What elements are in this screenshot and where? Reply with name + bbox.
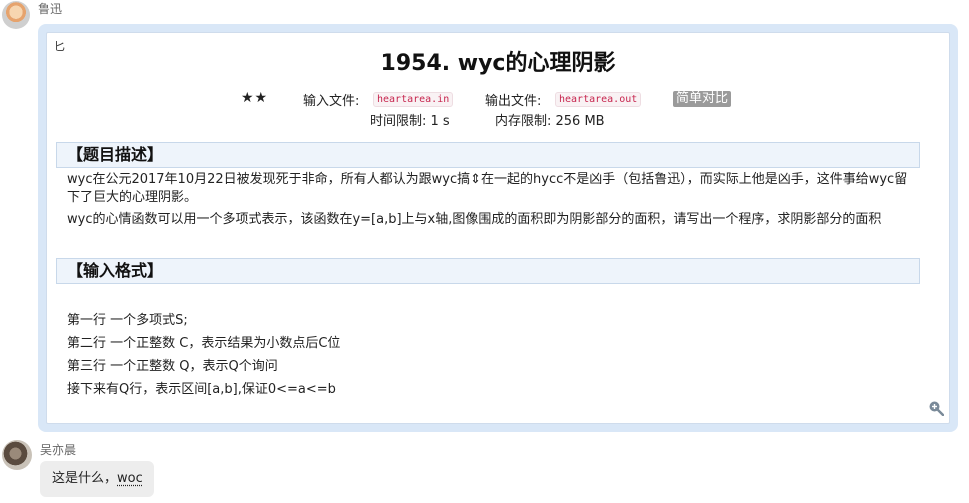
avatar[interactable] bbox=[2, 440, 32, 470]
chat-bubble[interactable]: 这是什么，woc bbox=[40, 461, 154, 497]
message-text-underlined: woc bbox=[117, 471, 143, 486]
input-format-line: 第一行 一个多项式S; bbox=[67, 313, 188, 328]
chat-window: 鲁迅 匕 1954. wyc的心理阴影 ★★ 输入文件: heartarea.i… bbox=[0, 0, 969, 503]
difficulty-stars: ★★ bbox=[241, 90, 269, 106]
input-file-name: heartarea.in bbox=[373, 92, 454, 107]
memory-limit: 内存限制: 256 MB bbox=[495, 114, 605, 129]
input-format-line: 第二行 一个正整数 C，表示结果为小数点后C位 bbox=[67, 336, 341, 351]
sender-name: 吴亦晨 bbox=[40, 443, 77, 457]
section-header-description: 【题目描述】 bbox=[56, 142, 920, 168]
input-file-label: 输入文件: bbox=[303, 94, 360, 109]
input-format-line: 接下来有Q行，表示区间[a,b],保证0<=a<=b bbox=[67, 382, 336, 397]
sender-name: 鲁迅 bbox=[38, 2, 63, 16]
problem-title: 1954. wyc的心理阴影 bbox=[380, 51, 616, 76]
simple-compare-button[interactable]: 简单对比 bbox=[673, 91, 732, 107]
section-header-input-format: 【输入格式】 bbox=[56, 258, 920, 284]
avatar[interactable] bbox=[2, 1, 30, 29]
message-text: 这是什么， bbox=[52, 471, 118, 486]
zoom-in-icon[interactable] bbox=[928, 400, 944, 416]
description-paragraph: wyc在公元2017年10月22日被发现死于非命，所有人都认为跟wyc搞⇕在一起… bbox=[67, 172, 908, 205]
output-file-label: 输出文件: bbox=[485, 94, 542, 109]
description-paragraph: wyc的心情函数可以用一个多项式表示，该函数在y=[a,b]上与x轴,图像围成的… bbox=[67, 212, 882, 227]
time-limit: 时间限制: 1 s bbox=[370, 114, 450, 129]
input-format-line: 第三行 一个正整数 Q，表示Q个询问 bbox=[67, 359, 278, 374]
output-file-name: heartarea.out bbox=[555, 92, 642, 107]
